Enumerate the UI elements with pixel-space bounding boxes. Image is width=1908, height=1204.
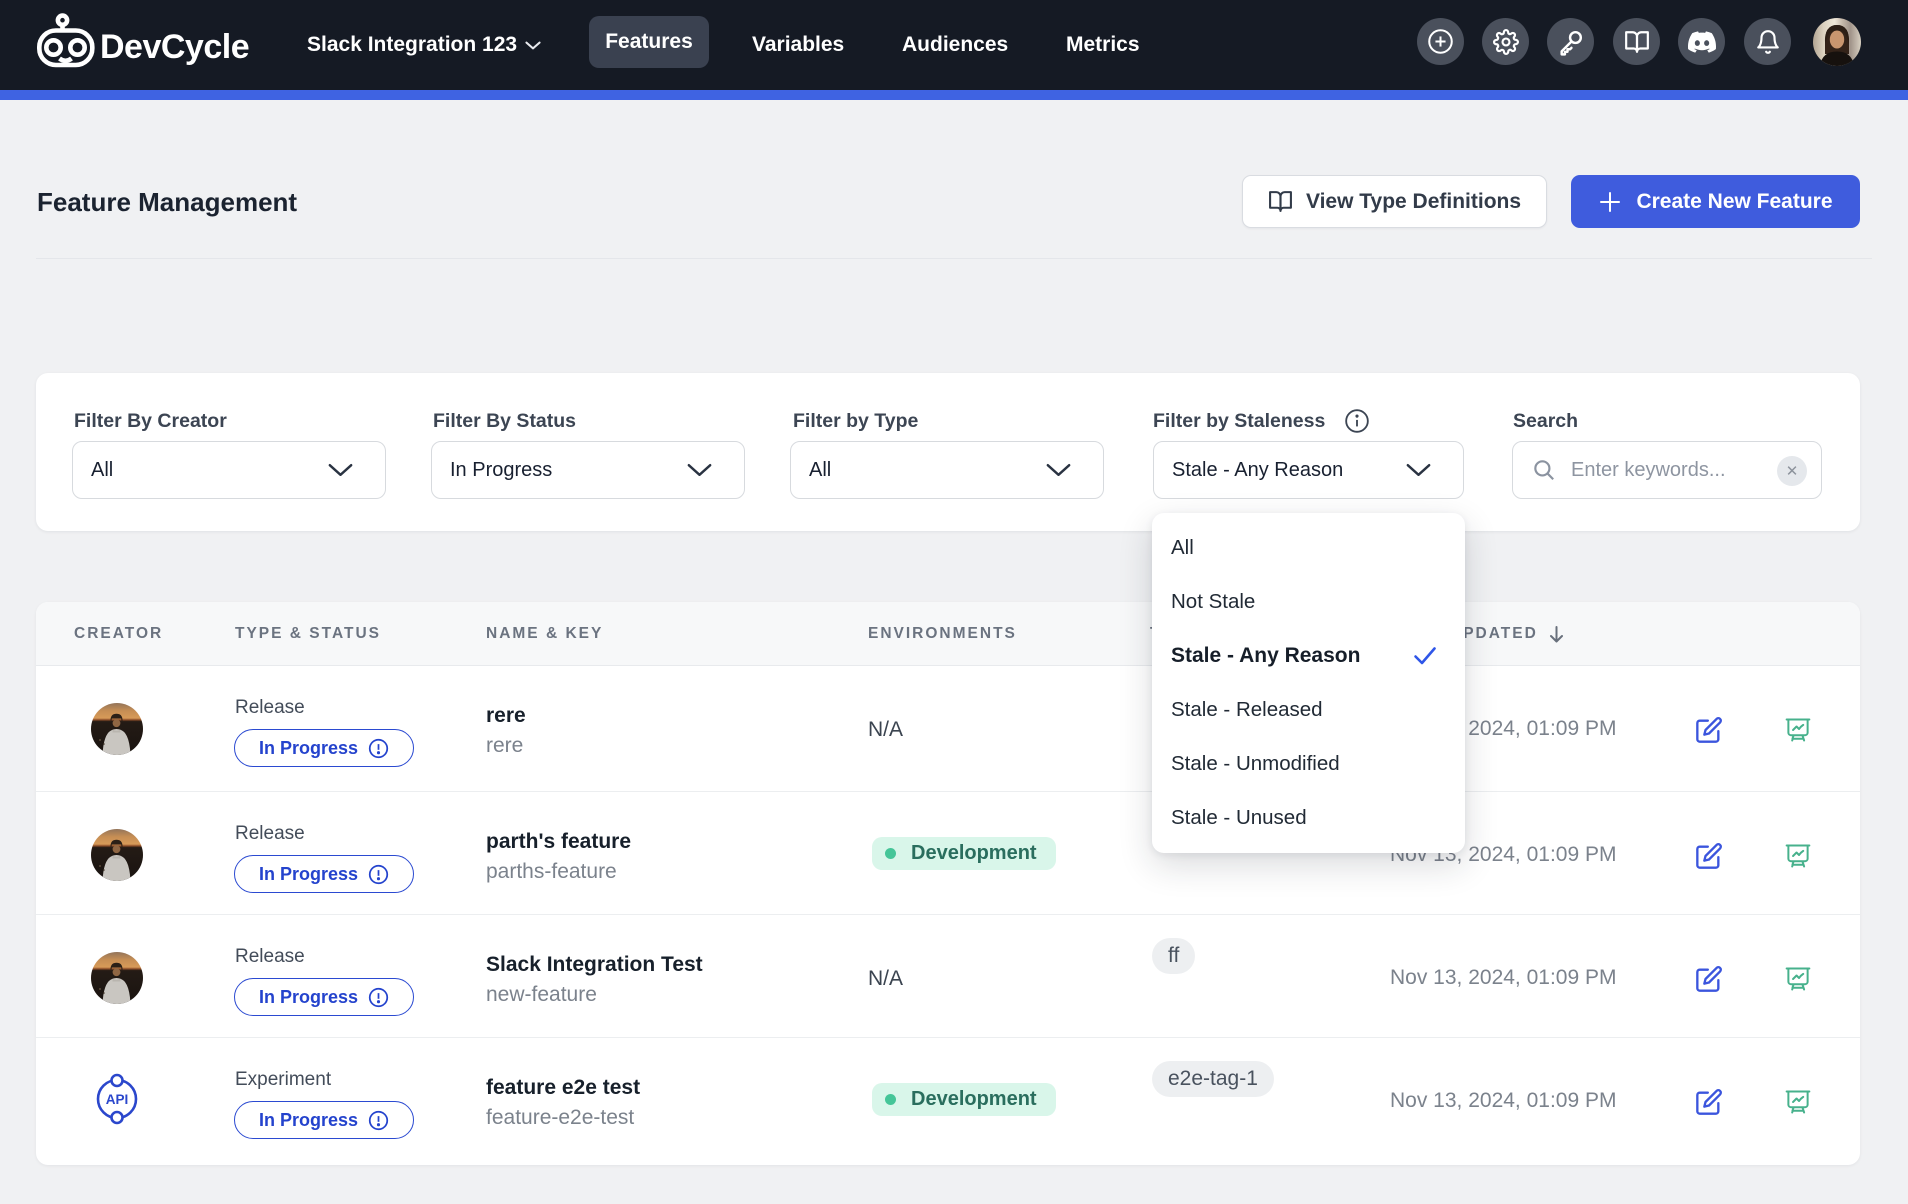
svg-text:API: API	[106, 1092, 129, 1107]
svg-text:DevCycle: DevCycle	[100, 28, 249, 66]
